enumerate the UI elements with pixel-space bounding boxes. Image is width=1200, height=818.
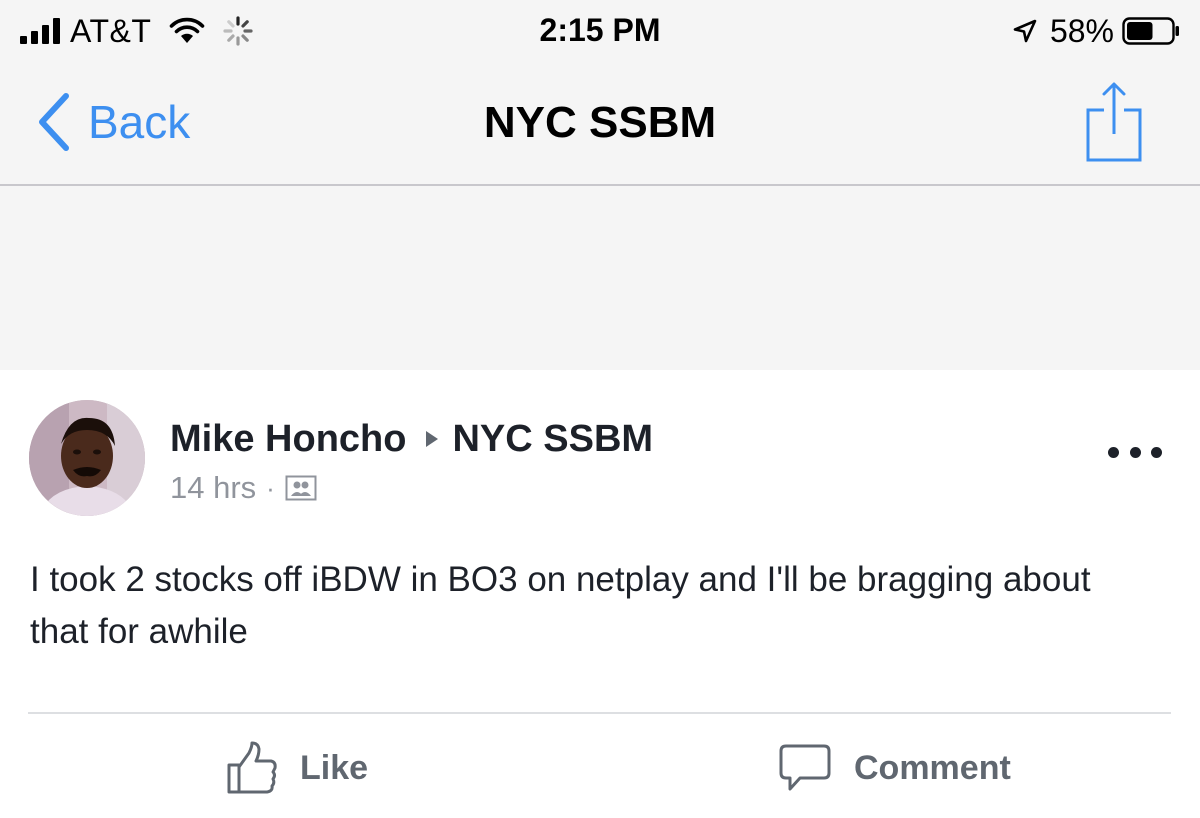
- like-button[interactable]: Like: [226, 740, 368, 796]
- post-timestamp[interactable]: 14 hrs: [170, 470, 256, 506]
- post-meta: 14 hrs ·: [170, 468, 317, 508]
- post-card: Mike Honcho NYC SSBM 14 hrs · I took 2 s…: [0, 370, 1200, 818]
- navigation-bar: Back NYC SSBM: [0, 62, 1200, 186]
- avatar[interactable]: [29, 400, 145, 516]
- group-name[interactable]: NYC SSBM: [452, 418, 653, 461]
- meta-separator: ·: [266, 472, 275, 503]
- like-label: Like: [300, 748, 369, 787]
- thumbs-up-icon: [227, 741, 277, 794]
- group-members-icon: [285, 475, 317, 501]
- page-title: NYC SSBM: [483, 98, 717, 147]
- divider: [28, 712, 1171, 714]
- more-options-icon[interactable]: [1108, 440, 1162, 464]
- comment-bubble-icon: [779, 744, 831, 791]
- battery-percent: 58%: [1049, 12, 1114, 49]
- feed-spacer: [0, 186, 1200, 370]
- status-bar: AT&T 2:15 PM 58%: [0, 0, 1200, 62]
- status-right: 58%: [1012, 10, 1180, 52]
- author-name[interactable]: Mike Honcho: [170, 418, 406, 461]
- triangle-right-icon: [426, 431, 439, 447]
- comment-label: Comment: [854, 748, 1011, 787]
- battery-icon: [1122, 17, 1179, 45]
- post-header: Mike Honcho NYC SSBM: [170, 414, 653, 464]
- avatar-image: [29, 400, 145, 516]
- location-arrow-icon: [1013, 19, 1037, 43]
- comment-button[interactable]: Comment: [778, 740, 1011, 796]
- post-body: I took 2 stocks off iBDW in BO3 on netpl…: [30, 560, 1091, 651]
- share-icon[interactable]: [1084, 80, 1144, 164]
